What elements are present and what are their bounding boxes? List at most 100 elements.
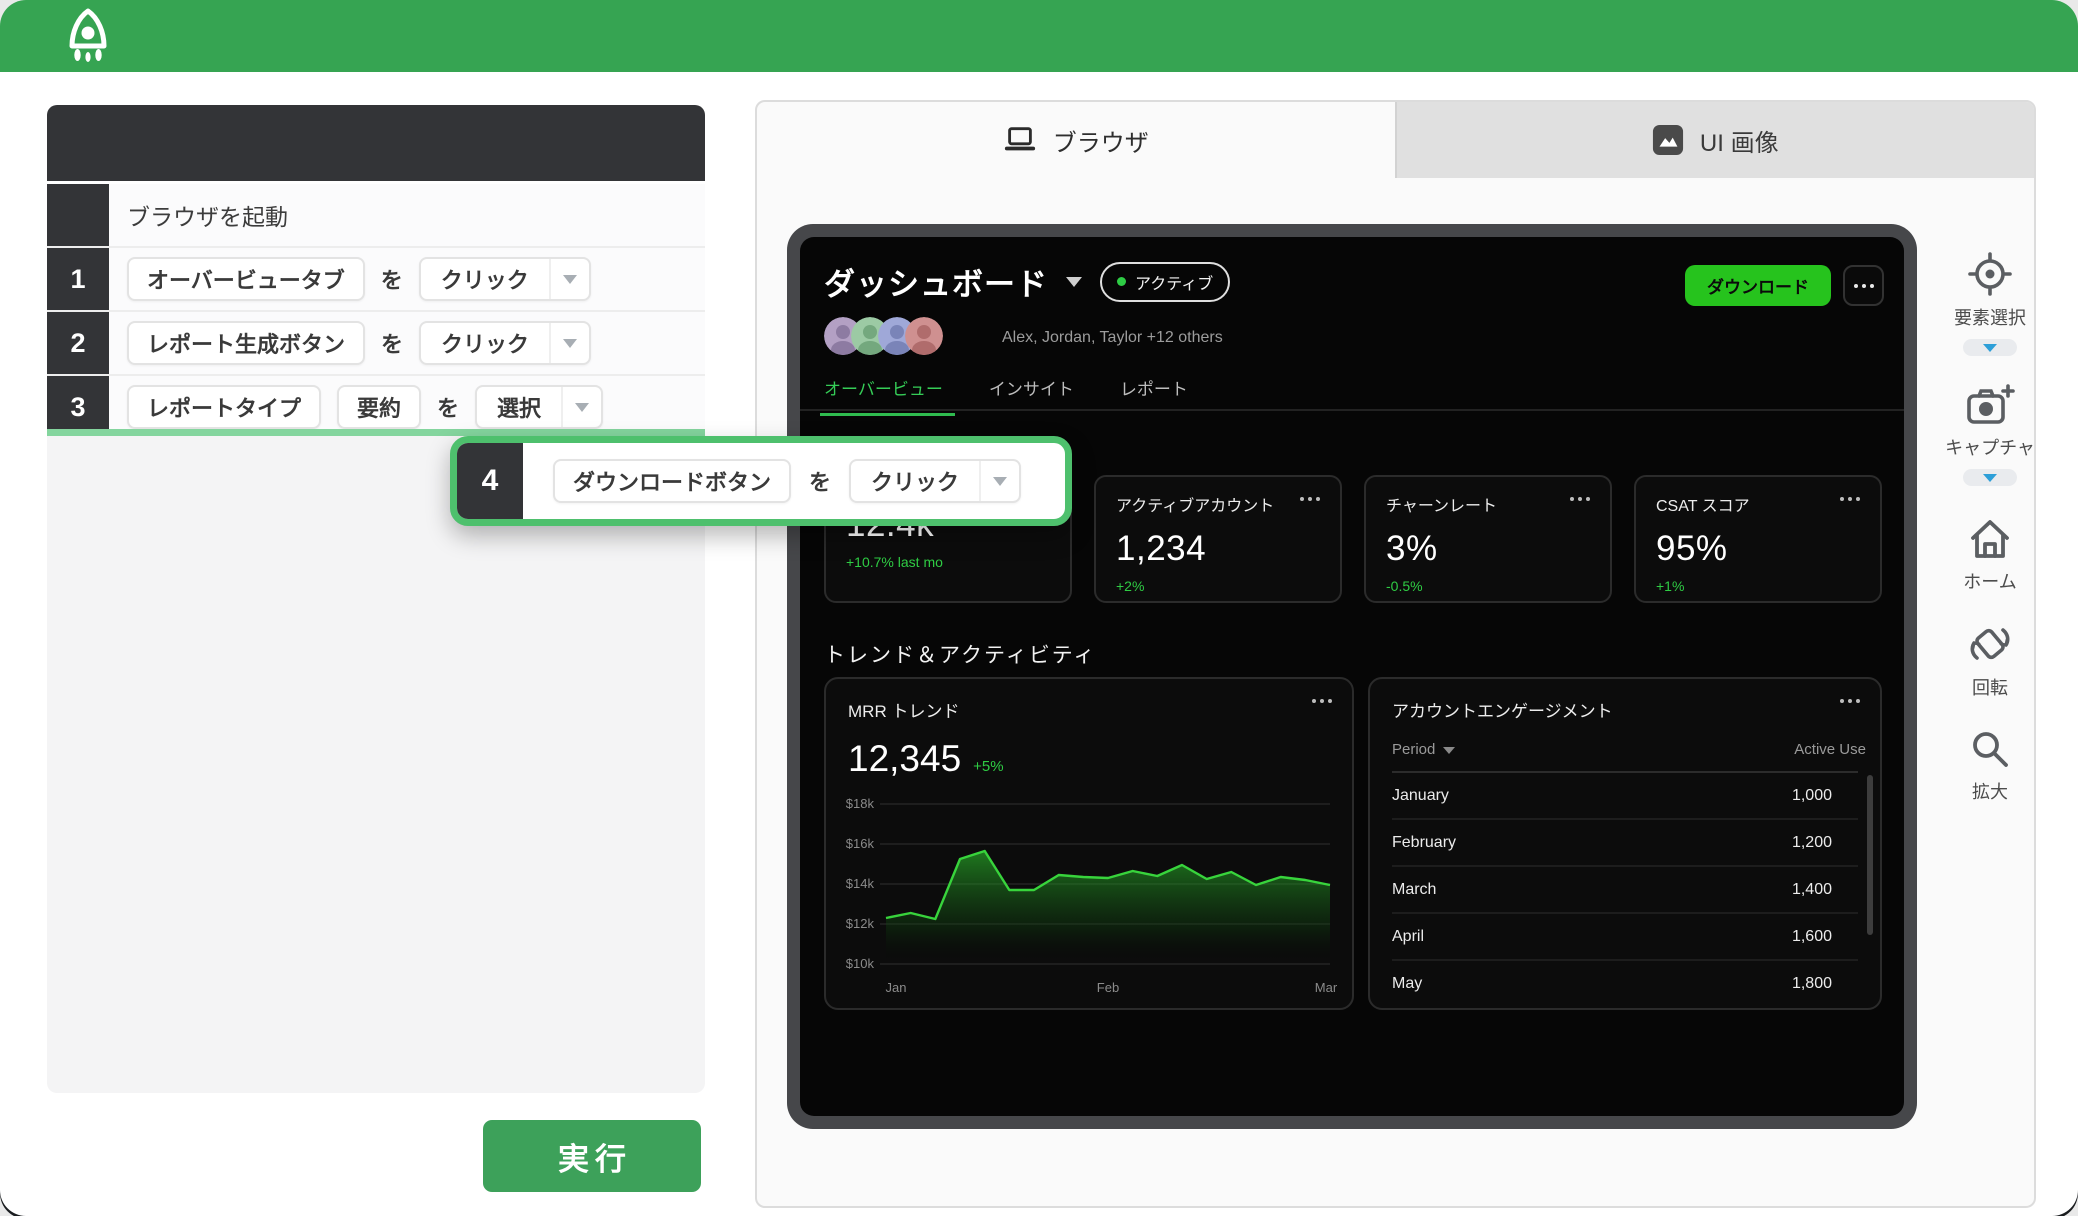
stat-value: 3%: [1386, 529, 1438, 568]
step-value-chip[interactable]: 要約: [337, 385, 422, 429]
preview-tab-bar: ブラウザ UI 画像: [757, 102, 2034, 178]
action-select[interactable]: クリック: [418, 257, 591, 301]
dashboard-title: ダッシュボード: [824, 267, 1048, 302]
green-dot-icon: [1117, 277, 1126, 286]
period-cell: May: [1392, 974, 1423, 992]
step-row-1[interactable]: 1 オーバービュータブ を クリック: [47, 246, 705, 310]
avatar: [905, 317, 943, 355]
laptop-icon: [1004, 127, 1035, 151]
stat-delta: -0.5%: [1386, 578, 1423, 594]
action-select[interactable]: クリック: [419, 321, 592, 365]
blue-caret-down-icon: [1983, 473, 1997, 482]
step-number: 2: [47, 312, 109, 374]
engagement-table-header: Period Active Use: [1392, 741, 1866, 771]
card-more-button[interactable]: [1312, 699, 1332, 703]
tool-label: 要素選択: [1954, 308, 2026, 328]
action-caret-segment[interactable]: [979, 461, 1019, 501]
action-label: クリック: [871, 470, 960, 495]
status-badge: アクティブ: [1100, 261, 1231, 302]
svg-text:$14k: $14k: [846, 876, 875, 891]
period-cell: January: [1392, 786, 1449, 804]
table-row: April 1,600: [1392, 914, 1858, 961]
stat-delta: +1%: [1656, 578, 1685, 594]
section-title: トレンド＆アクティビティ: [824, 644, 1097, 667]
title-caret-down-icon[interactable]: [1066, 276, 1082, 287]
step-target-chip[interactable]: オーバービュータブ: [127, 257, 365, 301]
stat-value: 1,234: [1116, 529, 1207, 568]
tool-label: ホーム: [1963, 572, 2017, 592]
tab-browser-label: ブラウザ: [1052, 129, 1149, 157]
download-button[interactable]: ダウンロード: [1685, 265, 1831, 306]
svg-text:Feb: Feb: [1097, 980, 1119, 995]
particle-text: を: [380, 268, 403, 293]
engagement-card: アカウントエンゲージメント Period Active Use January 1…: [1368, 677, 1882, 1010]
tool-capture[interactable]: キャプチャ: [1945, 382, 2035, 460]
dragging-step-row[interactable]: 4 ダウンロードボタン を クリック: [450, 436, 1072, 526]
tab-ui-image[interactable]: UI 画像: [1394, 102, 2034, 178]
step-target-chip[interactable]: ダウンロードボタン: [553, 459, 792, 503]
image-icon: [1652, 124, 1683, 156]
tool-zoom[interactable]: 拡大: [1967, 726, 2013, 804]
tab-browser[interactable]: ブラウザ: [757, 102, 1395, 178]
run-button[interactable]: 実行: [483, 1120, 701, 1192]
tool-rotate[interactable]: 回転: [1965, 620, 2015, 700]
table-scrollbar[interactable]: [1867, 775, 1873, 935]
particle-text: を: [381, 332, 404, 357]
card-more-button[interactable]: [1570, 497, 1590, 501]
column-period[interactable]: Period: [1392, 741, 1456, 758]
svg-text:Mar: Mar: [1315, 980, 1338, 995]
stat-card-churn-rate: チャーンレート 3% -0.5%: [1364, 475, 1612, 603]
active-users-cell: 1,600: [1791, 927, 1832, 945]
magnifier-icon: [1973, 732, 2008, 767]
step-target-chip[interactable]: レポート生成ボタン: [127, 321, 366, 365]
action-caret-segment[interactable]: [549, 323, 589, 363]
svg-text:$12k: $12k: [846, 916, 875, 931]
stat-title: CSAT スコア: [1656, 498, 1750, 515]
collaborator-avatars: [824, 317, 943, 355]
tool-home[interactable]: ホーム: [1963, 516, 2017, 594]
tool-select-element[interactable]: 要素選択: [1954, 250, 2026, 330]
action-caret-segment[interactable]: [548, 259, 589, 299]
step-row-2[interactable]: 2 レポート生成ボタン を クリック: [47, 310, 705, 374]
action-select[interactable]: 選択: [475, 385, 604, 429]
caret-down-icon: [562, 274, 577, 284]
card-more-button[interactable]: [1840, 497, 1860, 501]
script-panel-header: [47, 105, 705, 181]
blue-caret-down-icon: [1983, 343, 1997, 352]
rocket-logo-icon: [69, 8, 107, 62]
select-element-dropdown[interactable]: [1963, 339, 2017, 356]
active-users-cell: 1,000: [1791, 786, 1832, 804]
step-target-chip[interactable]: レポートタイプ: [127, 385, 322, 429]
capture-dropdown[interactable]: [1963, 469, 2017, 486]
drop-indicator-line: [47, 429, 705, 436]
particle-text: を: [437, 396, 460, 421]
header-more-button[interactable]: [1843, 265, 1884, 306]
top-bar: [0, 0, 2078, 72]
dashboard-screen: ダッシュボード アクティブ ダウンロード Alex, Jordan, Taylo…: [800, 237, 1904, 1116]
launch-row[interactable]: ブラウザを起動: [47, 181, 705, 246]
tool-label: 拡大: [1972, 782, 2008, 802]
rotate-icon: [1970, 628, 2010, 660]
action-caret-segment[interactable]: [561, 387, 601, 427]
svg-text:$10k: $10k: [846, 956, 875, 971]
mrr-current-value: 12,345: [848, 738, 962, 779]
stat-card-active-accounts: アクティブアカウント 1,234 +2%: [1094, 475, 1342, 603]
launch-row-number-cell: [47, 184, 109, 246]
mrr-trend-chart: $18k $16k $14k $12k $10k Jan Feb Mar: [836, 794, 1344, 1002]
engagement-card-title: アカウントエンゲージメント: [1392, 702, 1613, 721]
column-active-users: Active Use: [1794, 741, 1866, 758]
tool-label: キャプチャ: [1945, 438, 2035, 458]
tab-ui-image-label: UI 画像: [1699, 129, 1779, 157]
step-number: 4: [457, 443, 523, 519]
action-select[interactable]: クリック: [849, 459, 1022, 503]
browser-frame: ダッシュボード アクティブ ダウンロード Alex, Jordan, Taylo…: [787, 224, 1917, 1129]
stat-card-csat: CSAT スコア 95% +1%: [1634, 475, 1882, 603]
card-more-button[interactable]: [1300, 497, 1320, 501]
card-more-button[interactable]: [1840, 699, 1860, 703]
step-number: 1: [47, 248, 109, 310]
active-users-cell: 1,400: [1791, 880, 1832, 898]
stat-title: チャーンレート: [1386, 498, 1498, 515]
stat-title: アクティブアカウント: [1116, 498, 1275, 515]
app-window: ブラウザを起動 1 オーバービュータブ を クリック 2 レポート生成ボタン を…: [0, 0, 2078, 1216]
table-row: March 1,400: [1392, 867, 1858, 914]
